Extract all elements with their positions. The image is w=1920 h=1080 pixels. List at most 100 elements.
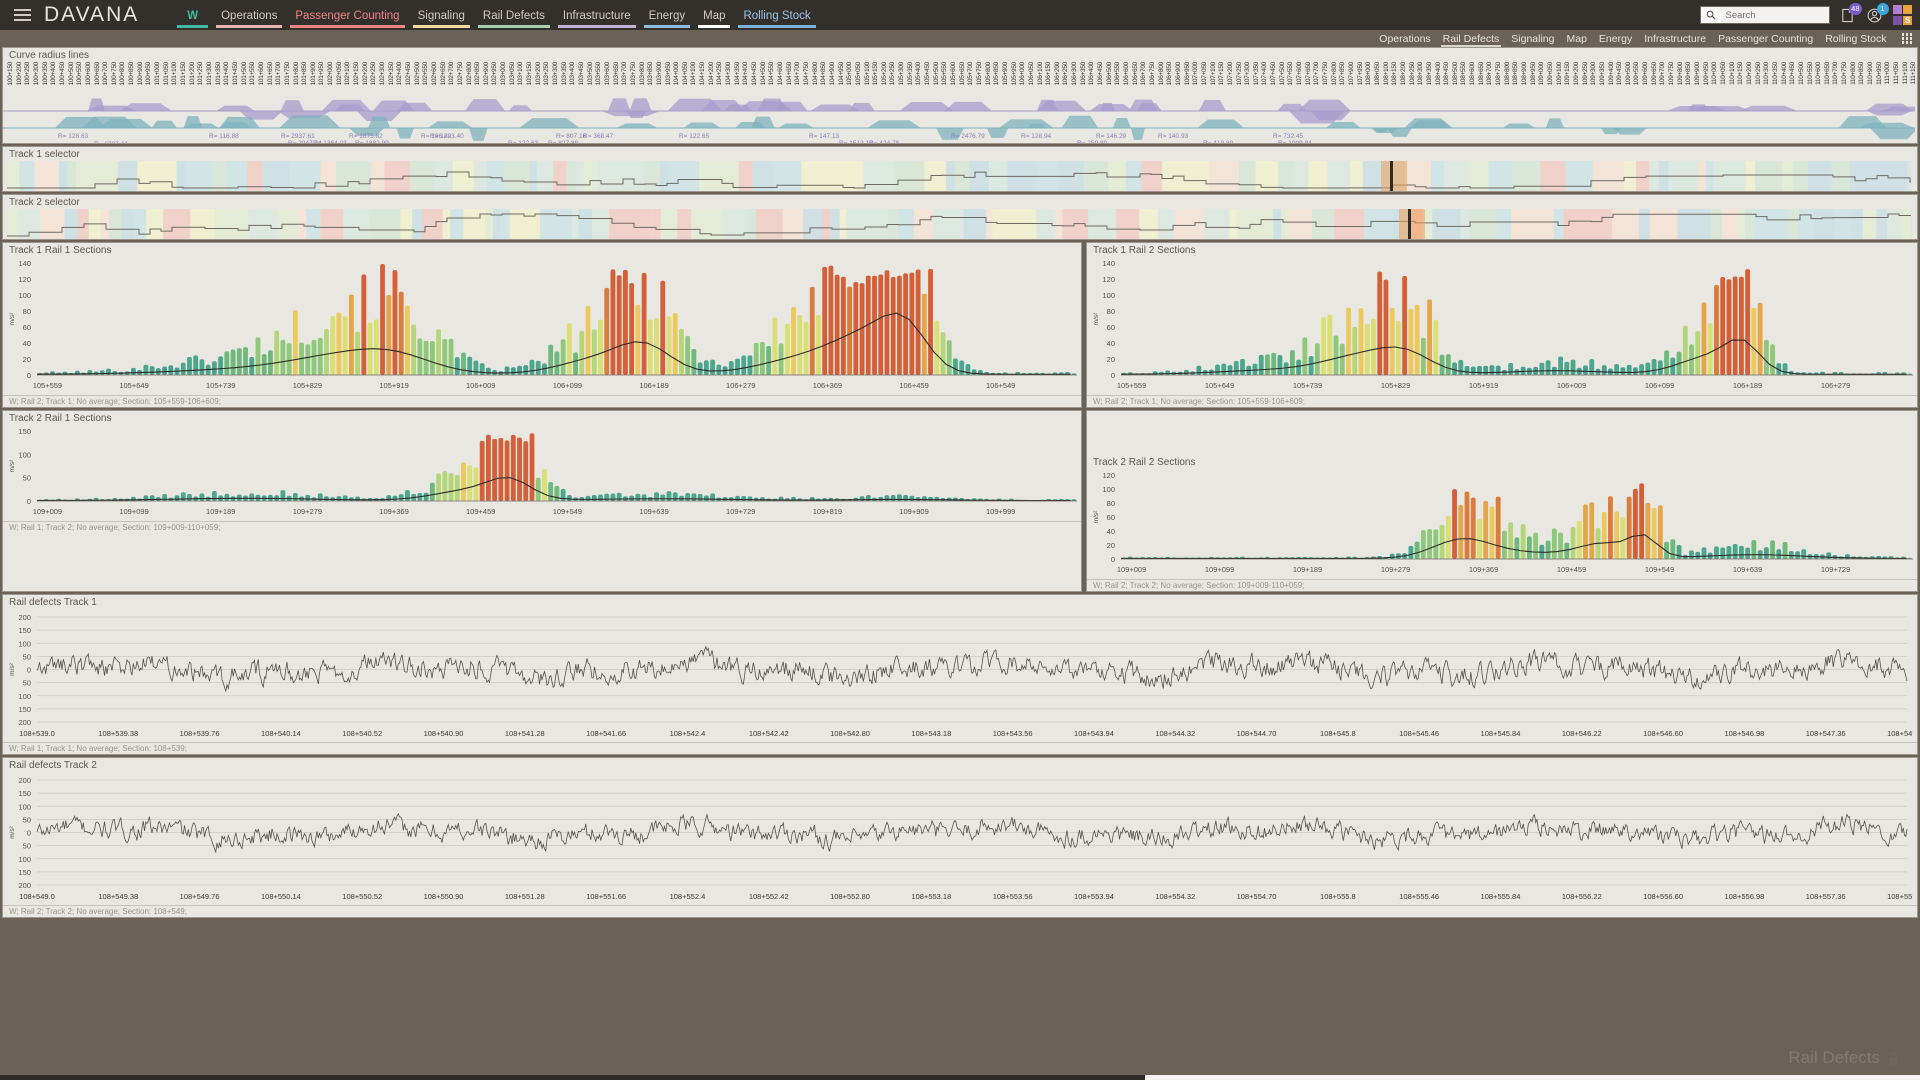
document-badge: 48: [1849, 3, 1861, 15]
tab-workspace[interactable]: W: [173, 1, 212, 31]
km-tick-label: 101+400: [223, 62, 230, 85]
km-tick-label: 103+850: [647, 62, 654, 85]
km-tick-label: 101+350: [215, 62, 222, 85]
tab-rail-defects[interactable]: Rail Defects: [474, 1, 554, 31]
subnav-item-rail-defects[interactable]: Rail Defects: [1437, 33, 1506, 45]
km-tick-label: 105+850: [993, 62, 1000, 85]
tab-infrastructure[interactable]: Infrastructure: [554, 1, 640, 31]
curve-radius-label: R= 2947.24: [288, 140, 322, 144]
tab-signaling[interactable]: Signaling: [409, 1, 474, 31]
km-tick-label: 106+200: [1054, 62, 1061, 85]
track1-selector-canvas[interactable]: [7, 161, 1913, 191]
svg-text:108+556.98: 108+556.98: [1724, 892, 1764, 901]
track2-rail1-sections-panel: Track 2 Rail 1 Sections 050100150m/s²109…: [2, 410, 1082, 592]
svg-text:108+546.60: 108+546.60: [1643, 729, 1683, 738]
km-tick-label: 104+550: [768, 62, 775, 85]
subnav-item-infrastructure[interactable]: Infrastructure: [1638, 33, 1712, 45]
svg-text:50: 50: [23, 679, 31, 688]
km-tick-label: 101+700: [275, 62, 282, 85]
search-input[interactable]: [1721, 7, 1829, 23]
km-tick-label: 104+650: [786, 62, 793, 85]
search-box[interactable]: [1700, 6, 1830, 24]
km-tick-label: 105+200: [881, 62, 888, 85]
subnav-item-energy[interactable]: Energy: [1593, 33, 1638, 45]
tab-operations[interactable]: Operations: [212, 1, 286, 31]
curve-radius-label: R= 259.89: [1077, 140, 1107, 144]
svg-text:120: 120: [1102, 471, 1115, 480]
svg-text:106+549: 106+549: [986, 381, 1015, 390]
km-tick-label: 110+550: [1807, 62, 1814, 85]
curve-radius-label: R= 2787.44: [94, 141, 128, 144]
apps-grid-icon[interactable]: S: [1893, 5, 1913, 25]
dots-grid-icon[interactable]: [1902, 33, 1913, 44]
subnav-item-rolling-stock[interactable]: Rolling Stock: [1819, 33, 1892, 45]
svg-text:108+542.80: 108+542.80: [830, 729, 870, 738]
document-icon[interactable]: 48: [1839, 6, 1857, 24]
track1-selector-panel[interactable]: Track 1 selector: [2, 146, 1918, 192]
km-tick-label: 109+600: [1642, 62, 1649, 85]
svg-text:108+547.36: 108+547.36: [1806, 729, 1846, 738]
svg-text:20: 20: [1107, 355, 1115, 364]
t1r2-chart[interactable]: 020406080100120140m/s²105+559105+649105+…: [1087, 257, 1917, 395]
sections-row-1: Track 1 Rail 1 Sections 0204060801001201…: [0, 242, 1920, 410]
km-tick-label: 104+500: [760, 62, 767, 85]
t2r1-chart[interactable]: 050100150m/s²109+009109+099109+189109+27…: [3, 425, 1081, 521]
svg-text:108+543.56: 108+543.56: [993, 729, 1033, 738]
svg-text:109+459: 109+459: [466, 507, 495, 516]
svg-text:106+369: 106+369: [813, 381, 842, 390]
track2-selector-panel[interactable]: Track 2 selector: [2, 194, 1918, 240]
hamburger-menu-icon[interactable]: [0, 9, 44, 21]
km-tick-label: 107+100: [1210, 62, 1217, 85]
km-tick-label: 103+100: [517, 62, 524, 85]
km-tick-label: 100+600: [85, 62, 92, 85]
tab-energy[interactable]: Energy: [640, 1, 694, 31]
track2-selector-canvas[interactable]: [7, 209, 1913, 239]
km-tick-label: 106+950: [1184, 62, 1191, 85]
svg-text:109+549: 109+549: [1645, 565, 1674, 574]
tab-rolling-stock[interactable]: Rolling Stock: [734, 1, 819, 31]
user-account-icon[interactable]: 1: [1866, 6, 1884, 24]
curve-radius-label: R= 140.93: [1158, 133, 1188, 140]
km-tick-label: 103+250: [543, 62, 550, 85]
svg-text:106+009: 106+009: [466, 381, 495, 390]
subnav-item-operations[interactable]: Operations: [1373, 33, 1436, 45]
svg-text:108+555.8: 108+555.8: [1320, 892, 1356, 901]
search-icon[interactable]: [1701, 7, 1721, 23]
km-tick-label: 100+150: [7, 62, 14, 85]
tab-map[interactable]: Map: [694, 1, 734, 31]
km-tick-label: 102+300: [379, 62, 386, 85]
km-tick-label: 106+850: [1166, 62, 1173, 85]
tab-passenger-counting[interactable]: Passenger Counting: [286, 1, 408, 31]
km-tick-label: 106+000: [1019, 62, 1026, 85]
track1-selector-title: Track 1 selector: [3, 147, 1917, 161]
km-tick-label: 104+000: [673, 62, 680, 85]
km-tick-label: 106+250: [1062, 62, 1069, 85]
subnav-item-signaling[interactable]: Signaling: [1505, 33, 1560, 45]
tab-rolling-stock-label: Rolling Stock: [743, 10, 810, 22]
km-tick-label: 103+900: [656, 62, 663, 85]
svg-text:106+009: 106+009: [1557, 381, 1586, 390]
km-tick-label: 102+850: [474, 62, 481, 85]
km-tick-label: 104+950: [838, 62, 845, 85]
svg-text:106+279: 106+279: [1821, 381, 1850, 390]
km-tick-label: 101+750: [284, 62, 291, 85]
account-badge: 1: [1877, 3, 1889, 15]
subnav-item-map[interactable]: Map: [1560, 33, 1592, 45]
svg-text:108+545.46: 108+545.46: [1399, 729, 1439, 738]
km-tick-label: 101+200: [189, 62, 196, 85]
km-tick-label: 105+750: [976, 62, 983, 85]
t2r2-chart[interactable]: 020406080100120m/s²109+009109+099109+189…: [1087, 469, 1917, 579]
curve-radius-label: R= 424.78: [869, 140, 899, 144]
svg-text:108+553.56: 108+553.56: [993, 892, 1033, 901]
svg-text:50: 50: [23, 842, 31, 851]
svg-text:20: 20: [23, 355, 31, 364]
defects-t2-chart[interactable]: 20015010050050100150200m/s²108+549.0108+…: [3, 772, 1917, 905]
defects-t1-chart[interactable]: 20015010050050100150200m/s²108+539.0108+…: [3, 609, 1917, 742]
km-tick-label: 103+450: [578, 62, 585, 85]
km-tick-label: 110+000: [1711, 62, 1718, 85]
subnav-item-passenger-counting[interactable]: Passenger Counting: [1712, 33, 1819, 45]
km-tick-label: 104+600: [777, 62, 784, 85]
svg-text:108+552.80: 108+552.80: [830, 892, 870, 901]
t1r1-chart[interactable]: 020406080100120140m/s²105+559105+649105+…: [3, 257, 1081, 395]
svg-text:105+919: 105+919: [379, 381, 408, 390]
